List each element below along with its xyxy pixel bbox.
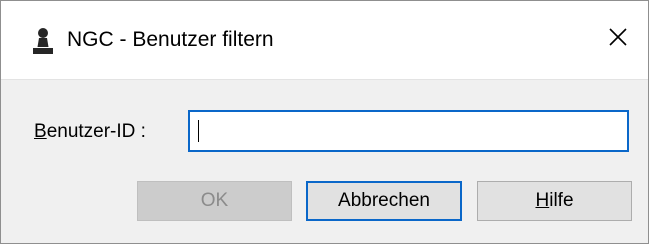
user-id-label-text: enutzer-ID : (46, 121, 146, 142)
ok-button-label: OK (200, 190, 229, 211)
user-id-input[interactable] (188, 110, 629, 152)
help-button-label: ilfe (549, 190, 574, 211)
close-button[interactable] (598, 17, 638, 61)
filter-users-dialog: NGC - Benutzer filtern Benutzer-ID : OK … (0, 0, 649, 244)
cancel-button-label: Abbrechen (338, 190, 430, 211)
window-title: NGC - Benutzer filtern (67, 28, 274, 51)
help-button[interactable]: Hilfe (477, 181, 632, 221)
chess-pawn-icon (31, 27, 55, 55)
title-bar: NGC - Benutzer filtern (1, 1, 648, 80)
user-id-label: Benutzer-ID : (34, 121, 146, 143)
user-id-label-accelerator: B (34, 121, 47, 142)
text-caret (198, 120, 199, 142)
close-icon (608, 27, 628, 52)
help-button-accelerator: H (535, 190, 550, 211)
ok-button[interactable]: OK (137, 181, 292, 221)
cancel-button[interactable]: Abbrechen (306, 181, 462, 221)
